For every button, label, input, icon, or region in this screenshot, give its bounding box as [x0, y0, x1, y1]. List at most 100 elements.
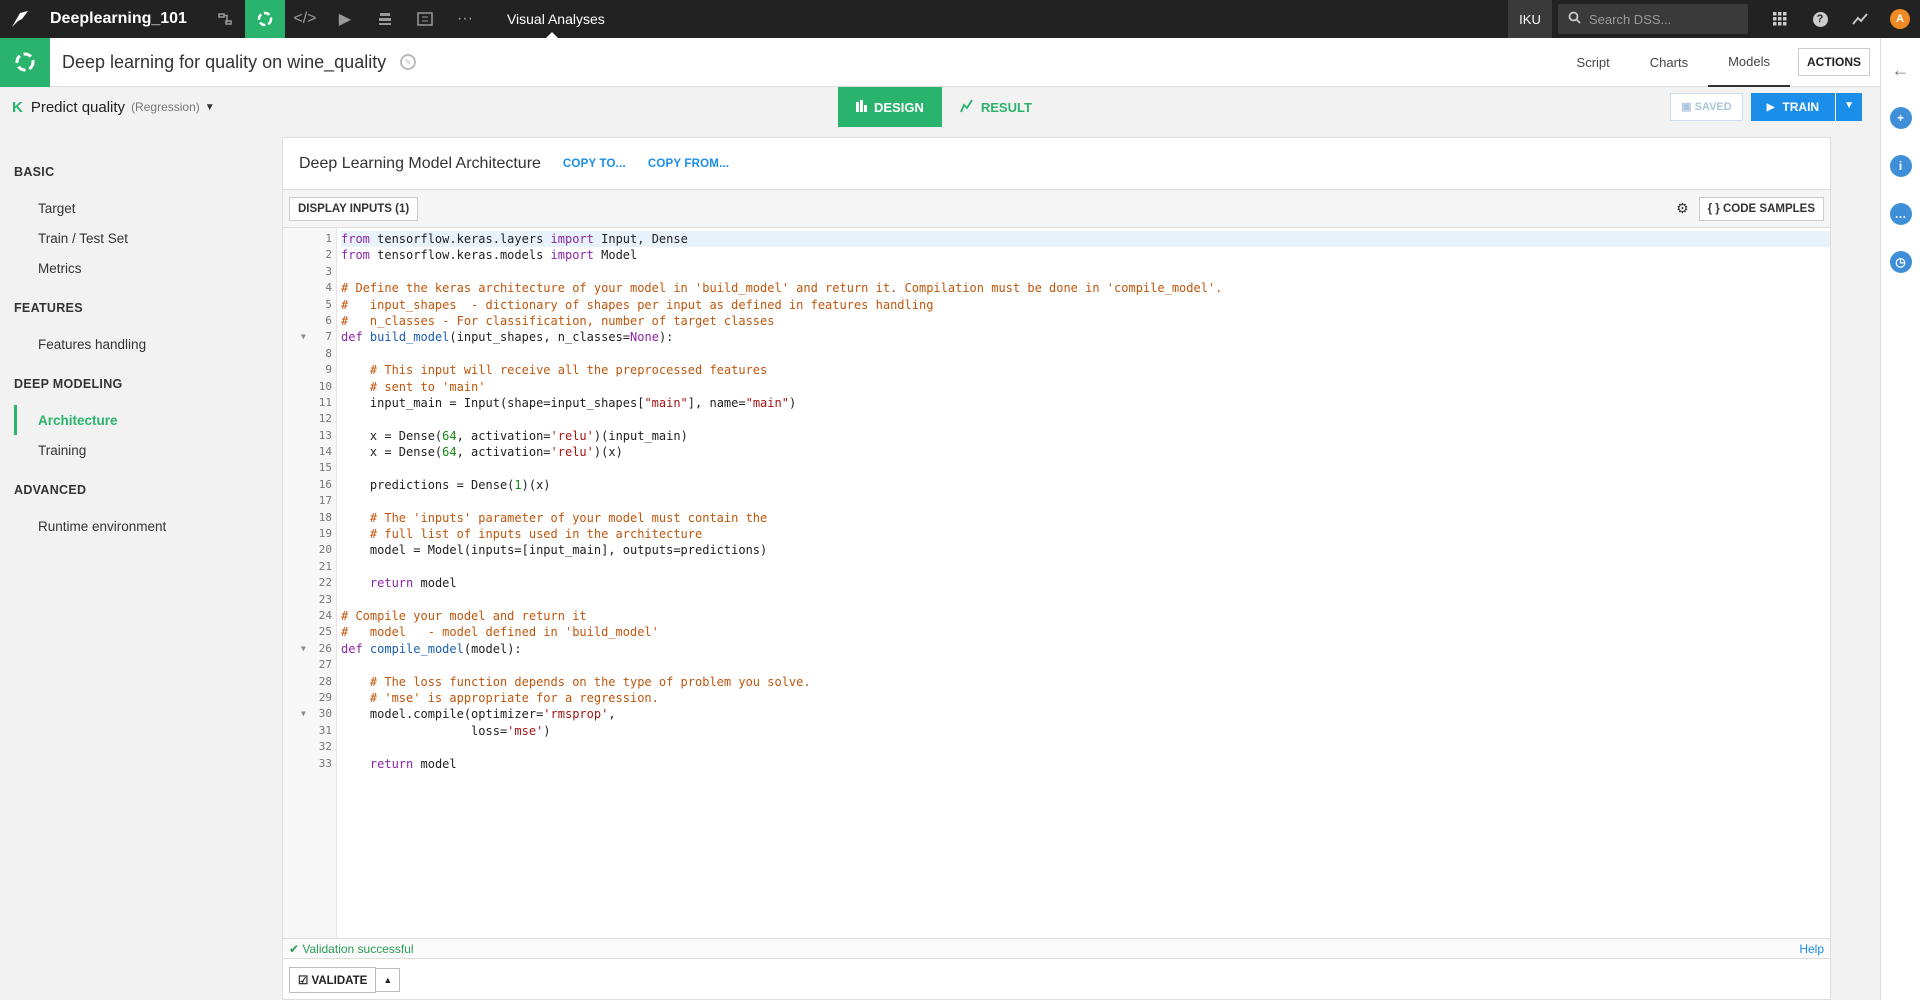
sidebar-item-features-handling[interactable]: Features handling	[0, 329, 282, 359]
code-icon[interactable]: </>	[285, 0, 325, 38]
actions-button[interactable]: ACTIONS	[1798, 48, 1870, 76]
code-line[interactable]: # This input will receive all the prepro…	[341, 362, 1830, 378]
fold-arrow-icon[interactable]: ▼	[301, 641, 306, 657]
dashboard-icon[interactable]	[405, 0, 445, 38]
code-line[interactable]: return model	[341, 575, 1830, 591]
code-line[interactable]	[341, 264, 1830, 280]
copy-from-button[interactable]: COPY FROM...	[648, 158, 729, 170]
code-area[interactable]: from tensorflow.keras.layers import Inpu…	[337, 228, 1830, 938]
code-line[interactable]: model = Model(inputs=[input_main], outpu…	[341, 542, 1830, 558]
flow-icon[interactable]	[205, 0, 245, 38]
project-name[interactable]: Deeplearning_101	[50, 10, 187, 28]
code-line[interactable]: # Compile your model and return it	[341, 608, 1830, 624]
code-line[interactable]: def compile_model(model):	[341, 641, 1830, 657]
code-editor[interactable]: 1 2 3 4 5 6 ▼ 7 8 9 10 11 12 13 14 15 16 17 18 19 20 21 22 23 24…	[283, 228, 1830, 938]
sidebar-item-training[interactable]: Training	[0, 435, 282, 465]
current-section[interactable]: Visual Analyses	[507, 0, 605, 38]
edit-icon[interactable]: ✎	[400, 54, 417, 70]
code-line[interactable]	[341, 559, 1830, 575]
code-line[interactable]: # The loss function depends on the type …	[341, 674, 1830, 690]
code-line[interactable]	[341, 346, 1830, 362]
train-button[interactable]: ▶ TRAIN	[1750, 93, 1836, 121]
code-line[interactable]	[341, 493, 1830, 509]
display-inputs-button[interactable]: DISPLAY INPUTS (1)	[289, 196, 419, 221]
run-icon[interactable]: ▶	[325, 0, 365, 38]
line-number: 24	[318, 608, 332, 622]
line-number: 15	[318, 461, 332, 475]
code-line[interactable]: loss='mse')	[341, 723, 1830, 739]
line-number: 13	[318, 428, 332, 442]
gear-icon[interactable]: ⚙	[1676, 200, 1689, 217]
mode-tabs: DESIGN RESULT	[838, 87, 1050, 127]
copy-to-button[interactable]: COPY TO...	[563, 158, 626, 170]
code-line[interactable]: predictions = Dense(1)(x)	[341, 477, 1830, 493]
line-number: 5	[325, 297, 332, 311]
line-number: ▼ 26	[283, 641, 336, 657]
code-line[interactable]: def build_model(input_shapes, n_classes=…	[341, 329, 1830, 345]
sidebar-item-metrics[interactable]: Metrics	[0, 253, 282, 283]
tab-script[interactable]: Script	[1557, 38, 1630, 87]
code-line[interactable]: # input_shapes - dictionary of shapes pe…	[341, 297, 1830, 313]
code-line[interactable]: x = Dense(64, activation='relu')(input_m…	[341, 428, 1830, 444]
code-line[interactable]: # Define the keras architecture of your …	[341, 280, 1830, 296]
help-icon[interactable]: ?	[1800, 0, 1840, 38]
analyses-icon[interactable]	[244, 0, 285, 38]
tab-design[interactable]: DESIGN	[838, 87, 942, 127]
line-number: 8	[325, 346, 332, 360]
dataiku-logo-icon[interactable]	[0, 0, 40, 38]
validate-options-caret[interactable]: ▲	[376, 967, 401, 992]
task-selector[interactable]: K Predict quality (Regression) ▼	[12, 99, 215, 116]
search-box[interactable]	[1558, 4, 1748, 34]
sidebar-item-runtime-environment[interactable]: Runtime environment	[0, 511, 282, 541]
tab-charts[interactable]: Charts	[1630, 38, 1708, 87]
code-line[interactable]	[341, 460, 1830, 476]
code-line[interactable]	[341, 739, 1830, 755]
help-link[interactable]: Help	[1799, 942, 1824, 956]
user-avatar[interactable]: A	[1880, 0, 1920, 38]
deploy-icon[interactable]	[365, 0, 405, 38]
code-line[interactable]	[341, 411, 1830, 427]
fold-arrow-icon[interactable]: ▼	[301, 706, 306, 722]
validate-button[interactable]: ☑ VALIDATE	[289, 966, 377, 993]
sidebar-item-train-test-set[interactable]: Train / Test Set	[0, 223, 282, 253]
sidebar-item-architecture[interactable]: Architecture	[14, 405, 282, 435]
code-line[interactable]: model.compile(optimizer='rmsprop',	[341, 706, 1830, 722]
code-line[interactable]: from tensorflow.keras.layers import Inpu…	[341, 231, 1830, 248]
code-line[interactable]: # n_classes - For classification, number…	[341, 313, 1830, 329]
line-number: 21	[318, 559, 332, 573]
analysis-title[interactable]: Deep learning for quality on wine_qualit…	[62, 52, 386, 73]
code-line[interactable]: # The 'inputs' parameter of your model m…	[341, 510, 1830, 526]
discussion-icon[interactable]: …	[1889, 203, 1912, 225]
more-icon[interactable]: ···	[445, 0, 485, 38]
code-line[interactable]	[341, 657, 1830, 673]
sidebar-item-target[interactable]: Target	[0, 193, 282, 223]
code-line[interactable]	[341, 592, 1830, 608]
history-icon[interactable]: ◷	[1889, 251, 1912, 273]
search-input[interactable]	[1589, 11, 1739, 27]
code-line[interactable]: # model - model defined in 'build_model'	[341, 624, 1830, 640]
add-icon[interactable]: +	[1889, 107, 1912, 129]
fold-arrow-icon[interactable]: ▼	[301, 329, 306, 345]
code-line[interactable]: # full list of inputs used in the archit…	[341, 526, 1830, 542]
saved-button[interactable]: ▣ SAVED	[1670, 93, 1743, 121]
train-options-caret[interactable]: ▼	[1836, 93, 1862, 121]
panel-title: Deep Learning Model Architecture	[299, 154, 541, 172]
code-line[interactable]: from tensorflow.keras.models import Mode…	[341, 247, 1830, 263]
line-number: 29	[318, 690, 332, 704]
code-samples-button[interactable]: { } CODE SAMPLES	[1698, 196, 1824, 221]
line-number: 17	[318, 494, 332, 508]
tab-result[interactable]: RESULT	[942, 87, 1050, 127]
apps-grid-icon[interactable]	[1760, 0, 1800, 38]
code-line[interactable]: return model	[341, 756, 1830, 772]
code-line[interactable]: input_main = Input(shape=input_shapes["m…	[341, 395, 1830, 411]
line-number: 33	[318, 756, 332, 770]
activity-icon[interactable]	[1840, 0, 1880, 38]
info-icon[interactable]: i	[1889, 155, 1912, 177]
line-number: 2	[325, 248, 332, 262]
collapse-arrow-icon[interactable]: ←	[1890, 59, 1912, 81]
code-line[interactable]: x = Dense(64, activation='relu')(x)	[341, 444, 1830, 460]
code-line[interactable]: # sent to 'main'	[341, 379, 1830, 395]
tab-models[interactable]: Models	[1708, 38, 1790, 87]
instance-badge[interactable]: IKU	[1508, 0, 1552, 38]
code-line[interactable]: # 'mse' is appropriate for a regression.	[341, 690, 1830, 706]
